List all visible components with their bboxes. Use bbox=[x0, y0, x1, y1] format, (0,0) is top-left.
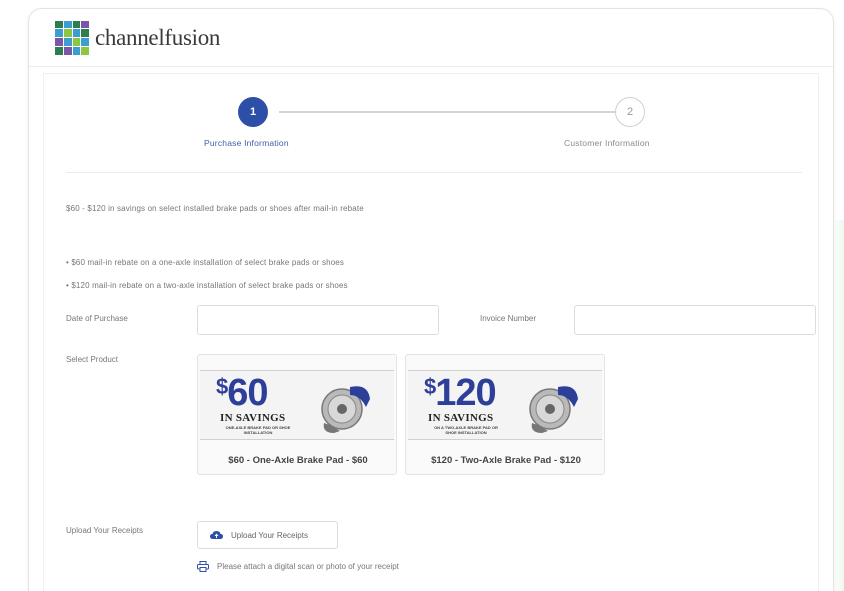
rebate-form-panel: 1 2 Purchase Information Customer Inform… bbox=[43, 73, 819, 591]
channelfusion-logo-icon bbox=[55, 20, 89, 55]
step-1-label: Purchase Information bbox=[204, 138, 289, 148]
savings-amount: $60 bbox=[216, 372, 269, 414]
stepper-connector bbox=[279, 111, 615, 113]
upload-receipts-label: Upload Your Receipts bbox=[66, 526, 143, 535]
upload-receipts-button[interactable]: Upload Your Receipts bbox=[197, 521, 338, 549]
brake-rotor-icon bbox=[321, 386, 370, 433]
invoice-number-field[interactable] bbox=[574, 305, 816, 335]
upload-hint-text: Please attach a digital scan or photo of… bbox=[217, 562, 399, 571]
date-of-purchase-label: Date of Purchase bbox=[66, 314, 128, 323]
progress-stepper: 1 2 Purchase Information Customer Inform… bbox=[44, 74, 818, 172]
section-divider bbox=[66, 172, 802, 173]
offer-bullet-2: • $120 mail-in rebate on a two-axle inst… bbox=[66, 281, 348, 290]
offer-bullet-1: • $60 mail-in rebate on a one-axle insta… bbox=[66, 258, 345, 267]
savings-fine-print: ON A TWO-AXLE BRAKE PAD OR SHOE INSTALLA… bbox=[434, 425, 498, 435]
brand-logo[interactable]: channelfusion bbox=[55, 20, 221, 55]
brake-rotor-icon bbox=[529, 386, 578, 433]
savings-amount: $120 bbox=[424, 372, 497, 414]
app-window: channelfusion 1 2 Purchase Information C… bbox=[28, 8, 834, 591]
edge-glow bbox=[832, 220, 844, 591]
step-2-label: Customer Information bbox=[564, 138, 650, 148]
step-1-indicator[interactable]: 1 bbox=[238, 97, 268, 127]
product-caption: $120 - Two-Axle Brake Pad - $120 bbox=[431, 455, 581, 466]
product-banner: $120 IN SAVINGS ON A TWO-AXLE BRAKE PAD … bbox=[408, 370, 602, 440]
step-2-indicator[interactable]: 2 bbox=[615, 97, 645, 127]
header: channelfusion bbox=[29, 9, 833, 67]
printer-icon bbox=[197, 561, 209, 572]
cloud-upload-icon bbox=[210, 531, 223, 539]
date-of-purchase-field[interactable] bbox=[197, 305, 439, 335]
invoice-number-label: Invoice Number bbox=[480, 314, 537, 323]
brand-name: channelfusion bbox=[95, 24, 221, 50]
select-product-label: Select Product bbox=[66, 355, 119, 364]
savings-text: IN SAVINGS bbox=[428, 412, 494, 424]
upload-button-label: Upload Your Receipts bbox=[231, 530, 308, 540]
product-card-one-axle[interactable]: $60 IN SAVINGS ONE-AXLE BRAKE PAD OR SHO… bbox=[197, 354, 397, 475]
savings-text: IN SAVINGS bbox=[220, 412, 286, 424]
product-card-two-axle[interactable]: $120 IN SAVINGS ON A TWO-AXLE BRAKE PAD … bbox=[405, 354, 605, 475]
product-caption: $60 - One-Axle Brake Pad - $60 bbox=[228, 455, 368, 466]
savings-fine-print: ONE-AXLE BRAKE PAD OR SHOE INSTALLATION bbox=[225, 425, 291, 435]
product-banner: $60 IN SAVINGS ONE-AXLE BRAKE PAD OR SHO… bbox=[200, 370, 394, 440]
upload-hint: Please attach a digital scan or photo of… bbox=[197, 561, 399, 572]
offer-headline: $60 - $120 in savings on select installe… bbox=[66, 204, 364, 213]
